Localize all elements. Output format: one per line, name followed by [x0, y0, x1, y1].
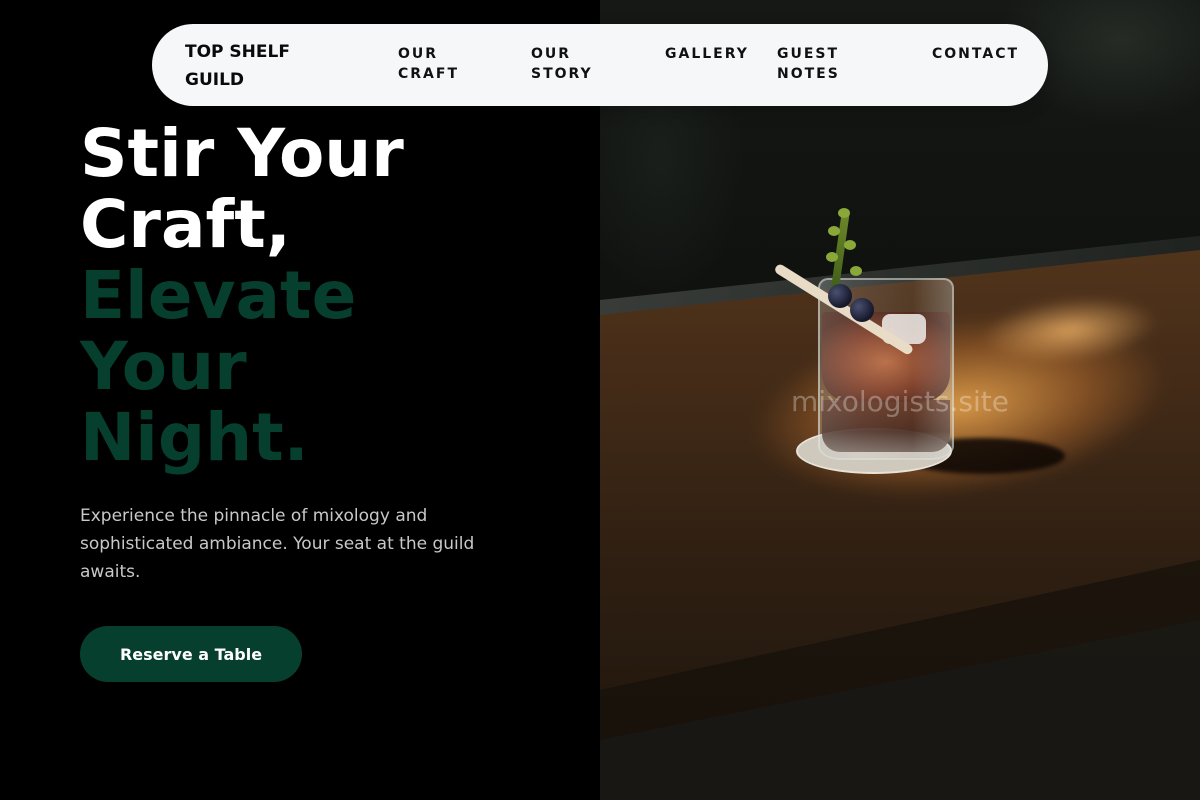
headline-line: Stir Your: [80, 115, 404, 192]
herb-leaf: [828, 226, 840, 236]
nav-link-contact[interactable]: CONTACT: [932, 44, 1042, 64]
cherry-garnish: [850, 298, 874, 322]
site-logo[interactable]: TOP SHELF GUILD: [185, 38, 325, 94]
herb-leaf: [826, 252, 838, 262]
hero-headline: Stir Your Craft, Elevate Your Night.: [80, 118, 580, 473]
nav-link-guest-notes[interactable]: GUEST NOTES: [777, 44, 867, 84]
headline-accent-line: Your: [80, 328, 247, 405]
headline-line: Craft,: [80, 186, 291, 263]
herb-leaf: [850, 266, 862, 276]
hero-subtext: Experience the pinnacle of mixology and …: [80, 506, 475, 582]
hero-image: [600, 0, 1200, 800]
nav-link-gallery[interactable]: GALLERY: [665, 44, 775, 64]
headline-accent-line: Night.: [80, 399, 309, 476]
herb-leaf: [844, 240, 856, 250]
headline-accent-line: Elevate: [80, 257, 357, 334]
nav-link-our-story[interactable]: OUR STORY: [531, 44, 621, 84]
reserve-table-button[interactable]: Reserve a Table: [80, 626, 302, 682]
nav-link-our-craft[interactable]: OUR CRAFT: [398, 44, 488, 84]
cherry-garnish: [828, 284, 852, 308]
herb-leaf: [838, 208, 850, 218]
top-navigation: TOP SHELF GUILD OUR CRAFT OUR STORY GALL…: [152, 24, 1048, 106]
